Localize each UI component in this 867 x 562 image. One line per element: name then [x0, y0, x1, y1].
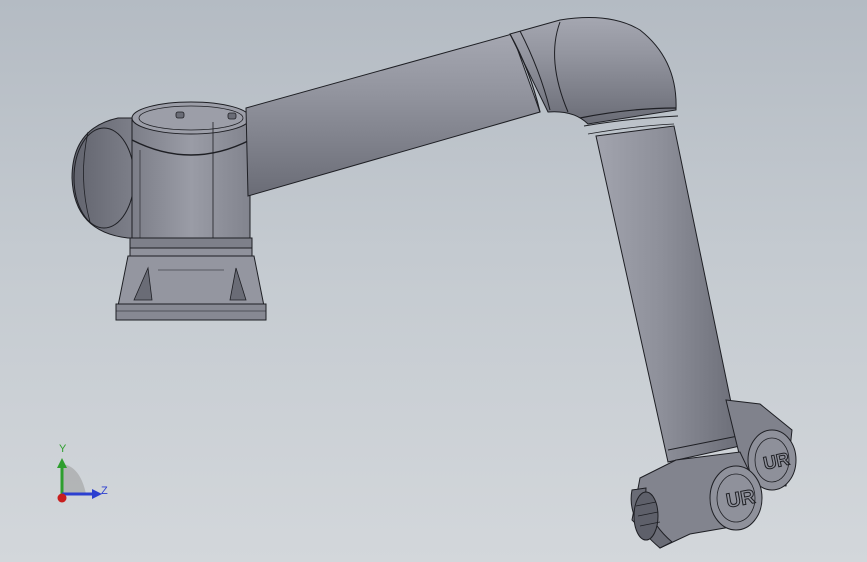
base-joint-body [129, 101, 253, 257]
triad-y-label: Y [59, 443, 67, 455]
base-mounting-flange [115, 255, 267, 321]
forearm-link [595, 125, 741, 463]
triad-z-label: Z [101, 485, 108, 497]
base-side-cap [71, 117, 137, 239]
triad-axes-icon [57, 458, 102, 503]
coordinate-triad: Y Z [40, 436, 130, 516]
cad-3d-viewport[interactable]: UR UR Y Z [0, 0, 867, 562]
upper-arm-link [245, 33, 541, 197]
elbow-joint [509, 17, 679, 135]
robot-arm-model[interactable]: UR UR [0, 0, 867, 562]
wrist-joint-2: UR [630, 451, 763, 549]
